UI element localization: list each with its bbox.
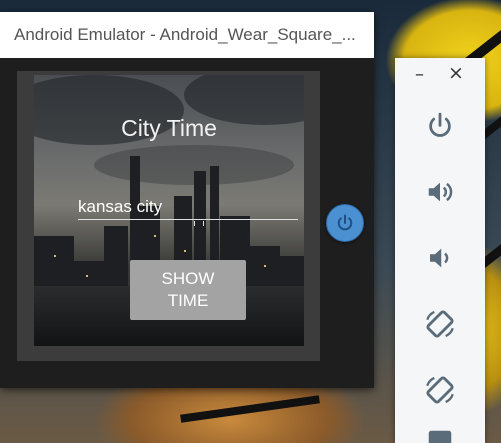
volume-up-button[interactable] [420, 172, 460, 212]
extended-controls-toolbar: – × [395, 58, 485, 443]
city-light [264, 265, 266, 267]
rotate-left-button[interactable] [420, 304, 460, 344]
show-time-button[interactable]: SHOW TIME [130, 260, 246, 320]
city-light [86, 275, 88, 277]
rotate-right-button[interactable] [420, 370, 460, 410]
city-input[interactable] [78, 195, 298, 220]
watch-screen[interactable]: City Time SHOW TIME [34, 75, 304, 346]
volume-down-button[interactable] [420, 238, 460, 278]
volume-up-icon [428, 182, 453, 202]
window-title: Android Emulator - Android_Wear_Square_.… [14, 25, 356, 44]
toolbar-header: – × [395, 58, 485, 94]
minimize-button[interactable]: – [415, 64, 424, 85]
app-title: City Time [121, 115, 217, 141]
input-cursor-handle [194, 221, 204, 226]
city-light [184, 250, 186, 252]
close-button[interactable]: × [448, 62, 464, 84]
volume-down-icon [430, 248, 449, 268]
city-light [154, 235, 156, 237]
power-icon [429, 112, 451, 137]
camera-icon [428, 430, 452, 443]
power-icon [337, 214, 353, 231]
rotate-left-icon [426, 310, 454, 338]
power-button[interactable] [420, 106, 460, 146]
side-power-button[interactable] [326, 204, 364, 242]
city-light [54, 255, 56, 257]
rotate-right-icon [426, 376, 454, 404]
next-control-button[interactable] [420, 430, 460, 443]
emulator-titlebar[interactable]: Android Emulator - Android_Wear_Square_.… [0, 12, 374, 58]
